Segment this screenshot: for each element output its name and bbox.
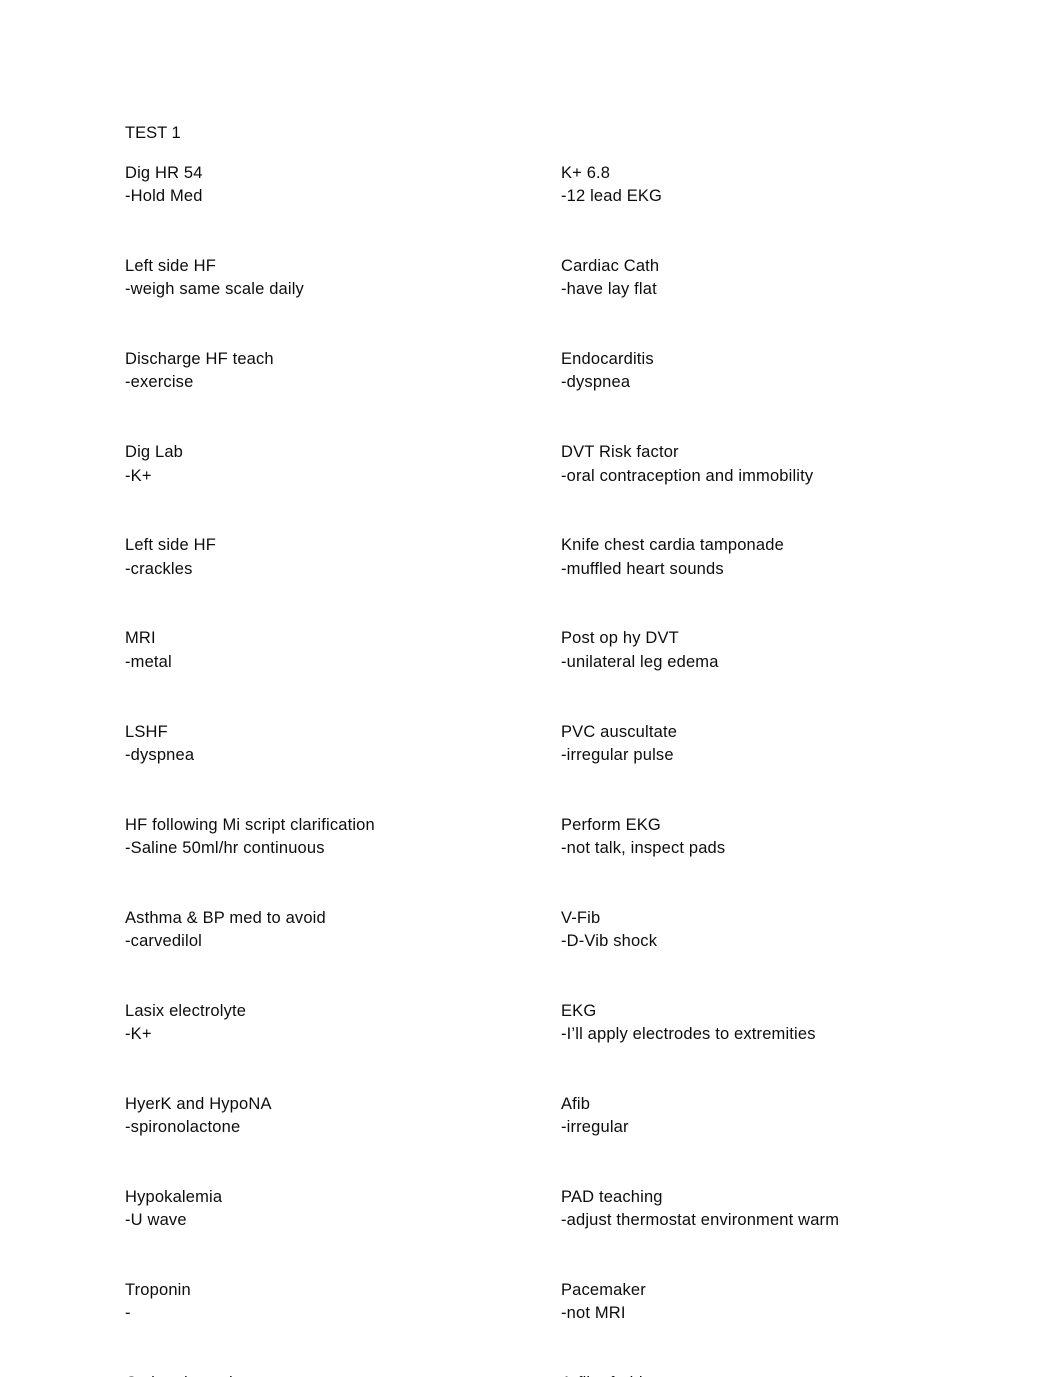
note-answer: -D-Vib shock <box>561 932 658 951</box>
note-term: Dig Lab <box>125 443 184 462</box>
note-entry: EKG -I’ll apply electrodes to extremities <box>561 1000 1001 1047</box>
note-entry: Hypokalemia -U wave <box>125 1186 545 1233</box>
note-entry: Dig Lab -K+ <box>125 441 545 488</box>
note-entry: A-fib afraid-speech alterations <box>561 1372 1001 1377</box>
note-term: EKG <box>561 1001 597 1020</box>
note-term: Afib <box>561 1094 591 1113</box>
note-term: PAD teaching <box>561 1188 663 1207</box>
note-term: Pacemaker <box>561 1281 646 1300</box>
note-answer: -weigh same scale daily <box>125 280 304 299</box>
note-term: Perform EKG <box>561 815 661 834</box>
note-answer: -K+ <box>125 1025 152 1044</box>
note-answer: -not talk, inspect pads <box>561 838 726 857</box>
note-entry: K+ 6.8 -12 lead EKG <box>561 162 1001 209</box>
note-answer: -I’ll apply electrodes to extremities <box>561 1025 816 1044</box>
notes-column-left: Dig HR 54 -Hold Med Left side HF -weigh sam… <box>125 162 545 1377</box>
note-answer: -oral contraception and immobility <box>561 466 814 485</box>
note-term: HF following Mi script clarification <box>125 815 375 834</box>
note-entry: DVT Risk factor -oral contraception and i… <box>561 441 1001 488</box>
note-entry: HF following Mi script clarification -Sal… <box>125 814 545 861</box>
note-entry: Knife chest cardia tamponade -muffled hea… <box>561 534 1001 581</box>
note-answer: -irregular pulse <box>561 745 674 764</box>
note-term: Cath pulse palpate <box>125 1372 545 1377</box>
note-answer: -dyspnea <box>561 373 631 392</box>
note-term: DVT Risk factor <box>561 443 679 462</box>
note-term: LSHF <box>125 722 168 741</box>
note-term: Endocarditis <box>561 350 654 369</box>
note-term: Lasix electrolyte <box>125 1001 247 1020</box>
note-entry: Troponin - <box>125 1279 545 1326</box>
note-answer: -12 lead EKG <box>561 187 663 206</box>
note-answer: -dyspnea <box>125 745 195 764</box>
note-term: K+ 6.8 <box>561 164 611 182</box>
note-term: Troponin <box>125 1281 191 1300</box>
note-term: HyerK and HypoNA <box>125 1094 272 1113</box>
note-entry: PAD teaching -adjust thermostat environme… <box>561 1186 1001 1233</box>
note-answer: -not MRI <box>561 1304 626 1323</box>
note-answer: -crackles <box>125 559 193 578</box>
note-entry: Lasix electrolyte -K+ <box>125 1000 545 1047</box>
note-term: MRI <box>125 629 156 648</box>
note-term: PVC auscultate <box>561 722 678 741</box>
note-answer: -Saline 50ml/hr continuous <box>125 838 325 857</box>
note-answer: -spironolactone <box>125 1118 241 1137</box>
note-term: V-Fib <box>561 908 601 927</box>
note-term: Cardiac Cath <box>561 257 660 276</box>
note-entry: MRI -metal <box>125 627 545 674</box>
note-entry: Left side HF -weigh same scale daily <box>125 255 545 302</box>
note-term: Discharge HF teach <box>125 350 274 369</box>
note-answer: -K+ <box>125 466 152 485</box>
note-entry: Post op hy DVT -unilateral leg edema <box>561 627 1001 674</box>
note-answer: -Hold Med <box>125 187 203 206</box>
note-answer: - <box>125 1304 131 1323</box>
note-term: Post op hy DVT <box>561 629 679 648</box>
note-term: Knife chest cardia tamponade <box>561 536 784 555</box>
note-answer: -muffled heart sounds <box>561 559 724 578</box>
note-entry: HyerK and HypoNA -spironolactone <box>125 1093 545 1140</box>
note-answer: -carvedilol <box>125 932 203 951</box>
note-term: Hypokalemia <box>125 1188 223 1207</box>
note-entry: Cardiac Cath -have lay flat <box>561 255 1001 302</box>
page-title: TEST 1 <box>125 124 181 142</box>
note-answer: -have lay flat <box>561 280 657 299</box>
note-entry: Endocarditis -dyspnea <box>561 348 1001 395</box>
note-entry: Afib -irregular <box>561 1093 1001 1140</box>
note-answer: -metal <box>125 652 172 671</box>
note-term: Left side HF <box>125 536 216 555</box>
note-entry: Asthma & BP med to avoid -carvedilol <box>125 907 545 954</box>
note-answer: -exercise <box>125 373 194 392</box>
note-entry: PVC auscultate -irregular pulse <box>561 721 1001 768</box>
note-entry: Discharge HF teach -exercise <box>125 348 545 395</box>
note-entry: V-Fib -D-Vib shock <box>561 907 1001 954</box>
note-term: A-fib afraid <box>561 1372 1001 1377</box>
note-entry: LSHF -dyspnea <box>125 721 545 768</box>
note-answer: -unilateral leg edema <box>561 652 719 671</box>
notes-column-right: K+ 6.8 -12 lead EKG Cardiac Cath -have lay … <box>561 162 1001 1377</box>
note-answer: -adjust thermostat environment warm <box>561 1211 840 1230</box>
note-entry: Perform EKG -not talk, inspect pads <box>561 814 1001 861</box>
note-term: Asthma & BP med to avoid <box>125 908 326 927</box>
document-page: TEST 1 Dig HR 54 -Hold Med Left side HF -we… <box>0 0 1062 1377</box>
note-entry: Left side HF -crackles <box>125 534 545 581</box>
note-term: Left side HF <box>125 257 216 276</box>
note-term: Dig HR 54 <box>125 164 203 182</box>
note-entry: Dig HR 54 -Hold Med <box>125 162 545 209</box>
note-answer: -irregular <box>561 1118 629 1137</box>
note-answer: -U wave <box>125 1211 187 1230</box>
note-entry: Cath pulse palpate-left radial pulse <box>125 1372 545 1377</box>
note-entry: Pacemaker -not MRI <box>561 1279 1001 1326</box>
